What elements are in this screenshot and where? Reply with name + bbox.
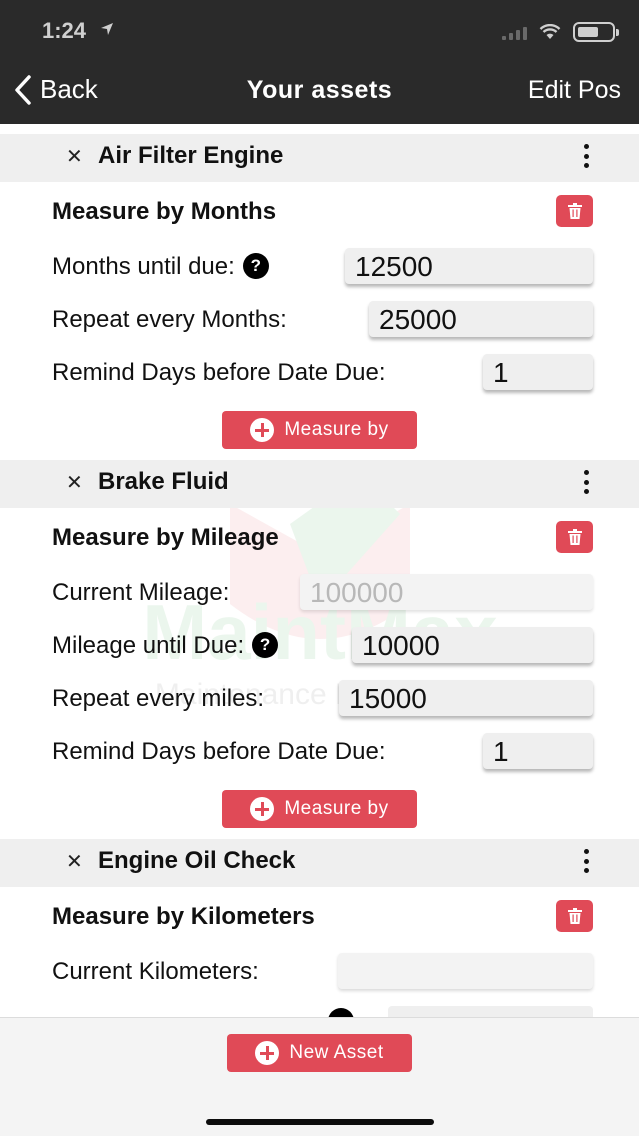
current-mileage-input[interactable]: 100000 xyxy=(300,574,593,610)
field-label-current-mileage: Current Mileage: xyxy=(52,579,230,606)
help-icon[interactable]: ? xyxy=(252,632,279,658)
asset-header-air-filter: ✕ Air Filter Engine xyxy=(0,134,639,182)
home-indicator[interactable] xyxy=(206,1119,434,1125)
field-label-mileage-until-due: Mileage until Due:? xyxy=(52,632,279,660)
new-asset-label: New Asset xyxy=(289,1042,384,1063)
signal-icon xyxy=(502,24,527,40)
asset-title: Engine Oil Check xyxy=(98,847,296,874)
close-icon[interactable]: ✕ xyxy=(66,144,83,169)
mileage-until-due-input[interactable]: 10000 xyxy=(352,627,593,663)
battery-icon xyxy=(573,22,619,42)
close-icon[interactable]: ✕ xyxy=(66,849,83,874)
location-arrow-icon xyxy=(100,22,114,41)
wifi-icon xyxy=(539,24,561,39)
trash-icon xyxy=(567,203,582,219)
measure-title: Measure by Kilometers xyxy=(52,903,315,930)
plus-circle-icon xyxy=(250,797,275,821)
delete-measure-button[interactable] xyxy=(556,521,593,553)
current-kilometers-input[interactable] xyxy=(338,953,593,989)
field-label-repeat-every-miles: Repeat every miles: xyxy=(52,685,265,712)
months-until-due-input[interactable]: 12500 xyxy=(345,248,593,284)
measure-title: Measure by Months xyxy=(52,198,277,225)
asset-header-engine-oil-check: ✕ Engine Oil Check xyxy=(0,839,639,887)
status-time: 1:24 xyxy=(42,18,87,43)
repeat-every-miles-input[interactable]: 15000 xyxy=(339,680,593,716)
asset-header-brake-fluid: ✕ Brake Fluid xyxy=(0,460,639,508)
more-vertical-icon[interactable] xyxy=(580,144,592,168)
field-label-repeat-every-months: Repeat every Months: xyxy=(52,306,287,333)
plus-circle-icon xyxy=(255,1041,280,1065)
remind-days-input[interactable]: 1 xyxy=(483,733,593,769)
field-label-current-kilometers: Current Kilometers: xyxy=(52,958,259,985)
field-label-remind-days: Remind Days before Date Due: xyxy=(52,359,386,386)
measure-title: Measure by Mileage xyxy=(52,524,279,551)
trash-icon xyxy=(567,908,582,924)
asset-list[interactable]: MaintMax Maintenance Made Easy ✕ Air Fil… xyxy=(0,124,639,1017)
delete-measure-button[interactable] xyxy=(556,900,593,932)
remind-days-input[interactable]: 1 xyxy=(483,354,593,390)
measure-by-label: Measure by xyxy=(284,798,389,819)
more-vertical-icon[interactable] xyxy=(580,849,592,873)
field-label-remind-days: Remind Days before Date Due: xyxy=(52,738,386,765)
asset-title: Air Filter Engine xyxy=(98,142,284,169)
footer-bar: New Asset xyxy=(0,1017,639,1136)
measure-by-label: Measure by xyxy=(284,419,389,440)
delete-measure-button[interactable] xyxy=(556,195,593,227)
app-header: 1:24 Back Your assets Edit Pos xyxy=(0,0,639,124)
kilometers-until-due-input[interactable] xyxy=(388,1006,593,1017)
close-icon[interactable]: ✕ xyxy=(66,470,83,495)
new-asset-button[interactable]: New Asset xyxy=(227,1034,412,1072)
plus-circle-icon xyxy=(250,418,275,442)
trash-icon xyxy=(567,529,582,545)
help-icon[interactable]: ? xyxy=(242,253,269,279)
repeat-every-months-input[interactable]: 25000 xyxy=(369,301,593,337)
field-label-months-until-due: Months until due:? xyxy=(52,253,269,281)
measure-by-button[interactable]: Measure by xyxy=(222,790,417,828)
help-icon[interactable] xyxy=(328,1008,354,1017)
more-vertical-icon[interactable] xyxy=(580,470,592,494)
measure-by-button[interactable]: Measure by xyxy=(222,411,417,449)
asset-title: Brake Fluid xyxy=(98,468,229,495)
status-icons xyxy=(502,22,619,42)
edit-pos-button[interactable]: Edit Pos xyxy=(528,76,621,105)
